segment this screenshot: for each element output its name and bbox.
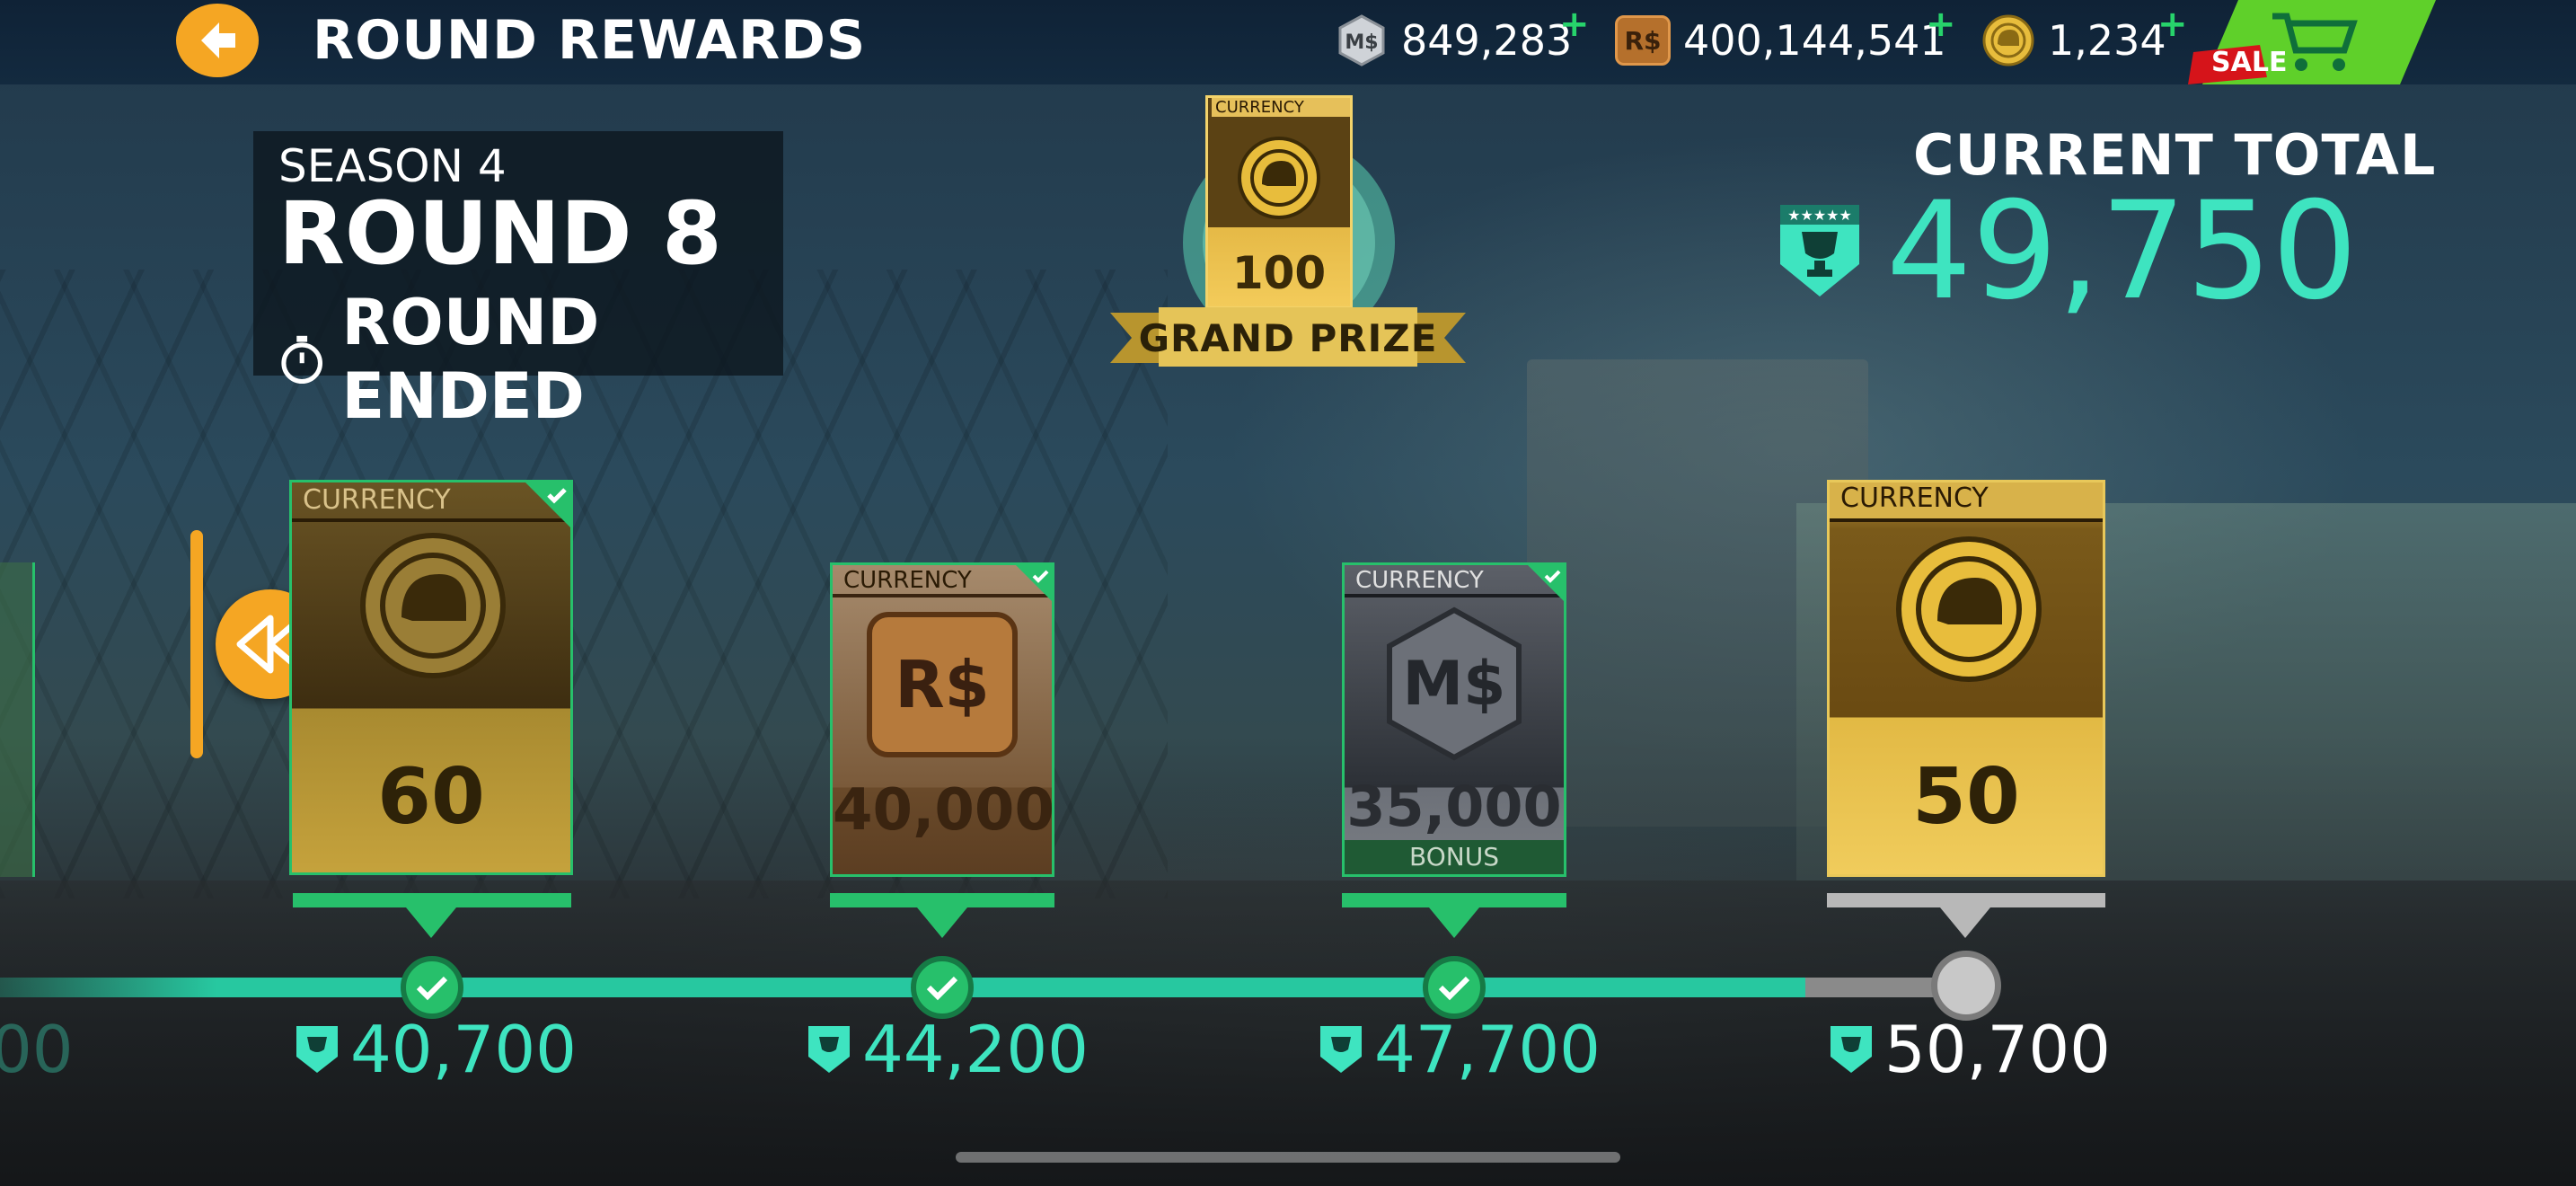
gold-helmet-coin-icon	[1982, 14, 2034, 66]
claimed-check-icon	[1016, 565, 1052, 601]
reward-status-bar	[1827, 893, 2105, 907]
current-total-value: 49,750	[1886, 173, 2358, 330]
gold-helmet-coin-icon	[360, 533, 506, 678]
trophy-shield-icon	[1320, 1026, 1362, 1073]
reward-amount: 35,000	[1346, 774, 1562, 839]
reward-card[interactable]: CURRENCY 60	[289, 480, 573, 875]
reward-amount: 60	[377, 752, 485, 842]
rs-currency-value: 400,144,541	[1683, 16, 1946, 65]
back-arrow-icon	[201, 22, 235, 58]
gold-helmet-coin-icon	[1238, 137, 1320, 219]
trophy-shield-icon	[296, 1026, 338, 1073]
ms-symbol: M$	[1402, 648, 1506, 720]
trophy-shield-icon	[808, 1026, 850, 1073]
threshold-value: 44,200	[862, 1012, 1089, 1087]
reward-status-bar	[1342, 893, 1566, 907]
grand-prize-label: GRAND PRIZE	[1138, 315, 1438, 360]
reward-card[interactable]: CURRENCY M$ 35,000 BONUS	[1342, 562, 1566, 877]
claimed-check-icon	[525, 482, 570, 527]
pointer-triangle	[406, 907, 456, 938]
home-indicator[interactable]	[956, 1152, 1620, 1163]
ms-currency-value: 849,283	[1401, 16, 1573, 65]
background-pagoda-tower	[1527, 359, 1868, 827]
stopwatch-icon	[281, 335, 323, 385]
gold-currency-value: 1,234	[2048, 16, 2166, 65]
gold-helmet-coin-icon	[1896, 536, 2042, 682]
ms-currency-display[interactable]: M$ 849,283 +	[1335, 4, 1590, 72]
add-rs-currency-button[interactable]: +	[1926, 4, 1956, 45]
add-gold-currency-button[interactable]: +	[2157, 4, 2188, 45]
grand-prize-ribbon: GRAND PRIZE	[1110, 305, 1466, 370]
back-button[interactable]	[176, 4, 259, 77]
round-label: ROUND 8	[278, 183, 722, 284]
pointer-triangle	[1940, 907, 1990, 938]
reward-tag: CURRENCY	[1830, 482, 2103, 518]
reward-tag: CURRENCY	[1355, 567, 1484, 594]
threshold-value: 50,700	[1884, 1012, 2111, 1087]
round-status: ROUND ENDED	[278, 286, 783, 433]
milestone-node-claimed	[1423, 956, 1486, 1019]
svg-text:★★★★★: ★★★★★	[1787, 207, 1852, 224]
grand-prize-tag: CURRENCY	[1212, 98, 1350, 117]
ms-currency-icon: M$	[1338, 14, 1385, 66]
rs-currency-display[interactable]: R$ 400,144,541 +	[1615, 4, 1956, 72]
gold-currency-display[interactable]: 1,234 +	[1981, 4, 2188, 72]
progress-fill	[0, 978, 1805, 997]
add-ms-currency-button[interactable]: +	[1559, 4, 1590, 45]
bonus-label: BONUS	[1345, 840, 1564, 874]
previous-threshold-partial: 00	[0, 1012, 74, 1087]
grand-prize-card[interactable]: CURRENCY 100	[1205, 95, 1353, 309]
top-bar: ROUND REWARDS M$ 849,283 + R$ 400,144,54…	[0, 0, 2576, 84]
grand-prize-amount: 100	[1231, 247, 1327, 299]
round-status-text: ROUND ENDED	[341, 286, 600, 433]
reward-status-bar	[293, 893, 571, 907]
milestone-threshold: 47,700	[1319, 1012, 1601, 1087]
threshold-value: 47,700	[1374, 1012, 1601, 1087]
previous-reward-card-partial[interactable]	[0, 562, 35, 877]
checkmark-icon	[1438, 976, 1470, 1001]
checkmark-icon	[416, 976, 448, 1001]
reward-amount: 50	[1912, 752, 2020, 842]
milestone-node-claimed	[401, 956, 463, 1019]
rs-currency-icon: R$	[1615, 15, 1671, 66]
trophy-shield-icon: ★★★★★	[1780, 205, 1859, 296]
threshold-value: 00	[0, 1012, 74, 1087]
claimed-check-icon	[1528, 565, 1564, 601]
scroll-limit-indicator	[190, 530, 203, 758]
shopping-cart-icon	[2272, 13, 2358, 71]
reward-status-bar	[830, 893, 1054, 907]
reward-tag: CURRENCY	[303, 484, 451, 516]
checkmark-icon	[926, 976, 958, 1001]
trophy-shield-icon	[1831, 1026, 1872, 1073]
season-info-panel: SEASON 4 ROUND 8 ROUND ENDED	[253, 131, 783, 433]
milestone-node-locked	[1931, 951, 2001, 1021]
reward-card[interactable]: CURRENCY R$ 40,000	[830, 562, 1054, 877]
screen-title: ROUND REWARDS	[313, 9, 867, 72]
reward-card[interactable]: CURRENCY 50	[1827, 480, 2105, 877]
threshold-value: 40,700	[350, 1012, 577, 1087]
milestone-threshold: 50,700	[1829, 1012, 2111, 1087]
rs-currency-icon: R$	[867, 612, 1018, 757]
milestone-threshold: 40,700	[295, 1012, 577, 1087]
svg-text:M$: M$	[1345, 31, 1378, 54]
pointer-triangle	[917, 907, 967, 938]
shop-sale-button[interactable]: SALE	[2184, 0, 2436, 84]
pointer-triangle	[1429, 907, 1479, 938]
reward-tag: CURRENCY	[843, 567, 972, 594]
milestone-threshold: 44,200	[807, 1012, 1089, 1087]
milestone-node-claimed	[911, 956, 974, 1019]
reward-amount: 40,000	[833, 777, 1054, 844]
